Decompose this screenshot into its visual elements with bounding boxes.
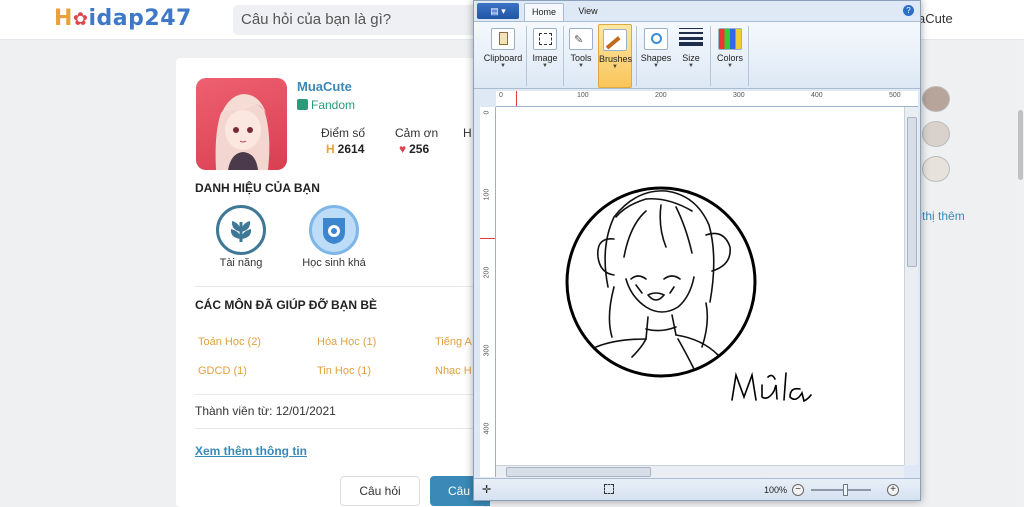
avatar bbox=[196, 78, 287, 170]
subject-link[interactable]: GDCD (1) bbox=[198, 365, 247, 377]
divider bbox=[195, 394, 485, 395]
canvas-horizontal-scrollbar[interactable] bbox=[496, 465, 904, 478]
cursor-marker bbox=[480, 238, 495, 239]
subject-link[interactable]: Toán Học (2) bbox=[198, 336, 261, 348]
extra-stat-label: H bbox=[463, 126, 472, 140]
tab-view[interactable]: View bbox=[570, 3, 606, 21]
colors-button[interactable]: Colors ▼ bbox=[714, 24, 746, 88]
tab-home[interactable]: Home bbox=[524, 3, 564, 21]
shield-icon bbox=[323, 218, 345, 244]
header-username[interactable]: aCute bbox=[918, 11, 953, 26]
selection-size-icon bbox=[604, 484, 614, 494]
divider bbox=[563, 26, 564, 86]
fandom-icon bbox=[297, 99, 308, 110]
divider bbox=[195, 286, 485, 287]
divider bbox=[526, 26, 527, 86]
badge-talent[interactable] bbox=[216, 205, 266, 255]
status-bar: ✛ 100% − + bbox=[474, 478, 920, 500]
canvas-area[interactable] bbox=[496, 107, 904, 465]
paint-window: ▤ ▾ Home View ? Clipboard ▼ Image ▼ ✎ To… bbox=[473, 0, 921, 501]
scrollbar-thumb[interactable] bbox=[907, 117, 917, 267]
site-logo[interactable]: H✿idap247 bbox=[54, 6, 192, 31]
subject-link[interactable]: Hóa Học (1) bbox=[317, 336, 376, 348]
size-button[interactable]: Size ▼ bbox=[676, 24, 706, 88]
divider bbox=[636, 26, 637, 86]
questions-button[interactable]: Câu hỏi bbox=[340, 476, 420, 506]
leaf-icon bbox=[230, 221, 252, 242]
shapes-icon bbox=[644, 28, 668, 50]
thanks-value: ♥ 256 bbox=[399, 142, 430, 156]
avatar[interactable] bbox=[922, 86, 950, 112]
member-since: Thành viên từ: 12/01/2021 bbox=[195, 404, 336, 418]
page-scrollbar[interactable] bbox=[1017, 40, 1024, 507]
zoom-out-button[interactable]: − bbox=[792, 484, 804, 496]
points-value: H 2614 bbox=[326, 142, 365, 156]
badge-talent-label: Tài năng bbox=[219, 257, 263, 269]
thanks-label: Cảm ơn bbox=[395, 126, 439, 140]
zoom-level: 100% bbox=[764, 485, 788, 495]
subjects-heading: CÁC MÔN ĐÃ GIÚP ĐỠ BẠN BÈ bbox=[195, 298, 378, 312]
divider bbox=[195, 428, 485, 429]
search-input[interactable]: Câu hỏi của bạn là gì? bbox=[233, 5, 478, 35]
more-info-link[interactable]: Xem thêm thông tin bbox=[195, 444, 307, 458]
clipboard-button[interactable]: Clipboard ▼ bbox=[482, 24, 524, 88]
ribbon-tabs: ▤ ▾ Home View ? bbox=[474, 1, 920, 21]
clipboard-icon bbox=[491, 28, 515, 50]
divider bbox=[710, 26, 711, 86]
avatar[interactable] bbox=[922, 156, 950, 182]
brushes-button[interactable]: Brushes ▼ bbox=[598, 24, 632, 88]
size-icon bbox=[679, 28, 703, 50]
points-icon: H bbox=[326, 142, 335, 156]
drawing-canvas[interactable] bbox=[496, 107, 904, 465]
select-icon bbox=[533, 28, 557, 50]
profile-username[interactable]: MuaCute bbox=[297, 79, 352, 94]
palette-icon bbox=[718, 28, 742, 50]
heart-icon: ♥ bbox=[399, 142, 407, 156]
pencil-icon: ✎ bbox=[569, 28, 593, 50]
divider bbox=[748, 26, 749, 86]
subject-link[interactable]: Tiếng A bbox=[435, 336, 472, 348]
scrollbar-thumb[interactable] bbox=[506, 467, 651, 477]
flower-icon: ✿ bbox=[72, 9, 89, 30]
canvas-vertical-scrollbar[interactable] bbox=[904, 107, 918, 465]
fandom-tag[interactable]: Fandom bbox=[297, 98, 355, 112]
zoom-slider-thumb[interactable] bbox=[843, 484, 848, 496]
ribbon: Clipboard ▼ Image ▼ ✎ Tools ▼ Brushes ▼ … bbox=[474, 21, 920, 89]
subject-link[interactable]: Nhạc H bbox=[435, 365, 472, 377]
zoom-slider[interactable] bbox=[811, 489, 871, 491]
scrollbar-thumb[interactable] bbox=[1018, 110, 1023, 180]
tools-button[interactable]: ✎ Tools ▼ bbox=[566, 24, 596, 88]
vertical-ruler: 0 100 200 300 400 bbox=[480, 107, 496, 477]
drawing-sketch bbox=[565, 186, 812, 403]
subject-link[interactable]: Tin Học (1) bbox=[317, 365, 371, 377]
avatar[interactable] bbox=[922, 121, 950, 147]
points-label: Điểm số bbox=[321, 126, 366, 140]
shapes-button[interactable]: Shapes ▼ bbox=[639, 24, 673, 88]
image-button[interactable]: Image ▼ bbox=[529, 24, 561, 88]
titles-heading: DANH HIỆU CỦA BẠN bbox=[195, 181, 320, 195]
zoom-in-button[interactable]: + bbox=[887, 484, 899, 496]
help-icon[interactable]: ? bbox=[903, 5, 914, 16]
badge-good-student[interactable] bbox=[309, 205, 359, 255]
cursor-position-icon: ✛ bbox=[482, 484, 492, 496]
brush-icon bbox=[603, 29, 627, 51]
horizontal-ruler: 0 100 200 300 400 500 bbox=[496, 91, 918, 107]
app-menu-button[interactable]: ▤ ▾ bbox=[477, 3, 519, 19]
badge-good-student-label: Học sinh khá bbox=[302, 257, 366, 269]
cursor-marker bbox=[516, 91, 517, 106]
